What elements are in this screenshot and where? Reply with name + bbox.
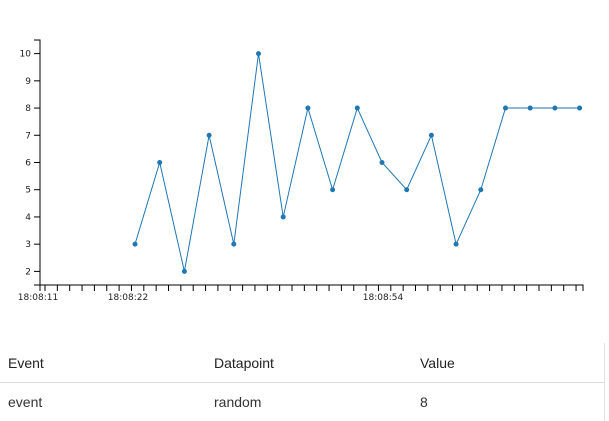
y-axis: 2 3 4 5 6 7 8 9 10: [20, 40, 40, 285]
series-random: [133, 51, 583, 274]
data-point[interactable]: [380, 160, 385, 165]
data-point[interactable]: [305, 106, 310, 111]
cell-event: event: [0, 383, 206, 421]
data-point[interactable]: [281, 214, 286, 219]
y-tick-label: 9: [25, 77, 31, 87]
table-header-row: Event Datapoint Value: [0, 343, 605, 383]
data-point[interactable]: [404, 187, 409, 192]
data-point[interactable]: [355, 106, 360, 111]
data-point[interactable]: [256, 51, 261, 56]
x-tick-label: 18:08:22: [108, 293, 148, 303]
data-point[interactable]: [478, 187, 483, 192]
y-tick-label: 2: [25, 267, 31, 277]
cell-value: 8: [412, 383, 605, 421]
data-point[interactable]: [552, 106, 557, 111]
data-point[interactable]: [157, 160, 162, 165]
line-chart: 2 3 4 5 6 7 8 9 10 18:08:11 18:08:22 18:08:54: [0, 0, 609, 330]
column-header-value[interactable]: Value: [412, 343, 605, 383]
y-tick-label: 5: [25, 186, 31, 196]
table-row[interactable]: event random 8: [0, 383, 605, 421]
data-point[interactable]: [454, 242, 459, 247]
cell-datapoint: random: [206, 383, 412, 421]
data-point[interactable]: [182, 269, 187, 274]
x-tick-label: 18:08:54: [363, 293, 404, 303]
data-point[interactable]: [207, 133, 212, 138]
x-tick-label: 18:08:11: [18, 293, 58, 303]
data-point[interactable]: [133, 242, 138, 247]
data-point[interactable]: [577, 106, 582, 111]
series-line: [135, 54, 580, 272]
y-tick-label: 3: [25, 240, 31, 250]
column-header-datapoint[interactable]: Datapoint: [206, 343, 412, 383]
data-point[interactable]: [503, 106, 508, 111]
events-table: Event Datapoint Value event random 8: [0, 343, 605, 421]
data-point[interactable]: [528, 106, 533, 111]
y-tick-label: 8: [25, 104, 31, 114]
data-point[interactable]: [330, 187, 335, 192]
column-header-event[interactable]: Event: [0, 343, 206, 383]
y-tick-label: 10: [20, 50, 32, 60]
x-axis: 18:08:11 18:08:22 18:08:54: [18, 285, 583, 303]
y-tick-label: 7: [25, 131, 31, 141]
data-point[interactable]: [231, 242, 236, 247]
y-tick-label: 4: [25, 213, 31, 223]
data-point[interactable]: [429, 133, 434, 138]
y-tick-label: 6: [25, 159, 31, 169]
